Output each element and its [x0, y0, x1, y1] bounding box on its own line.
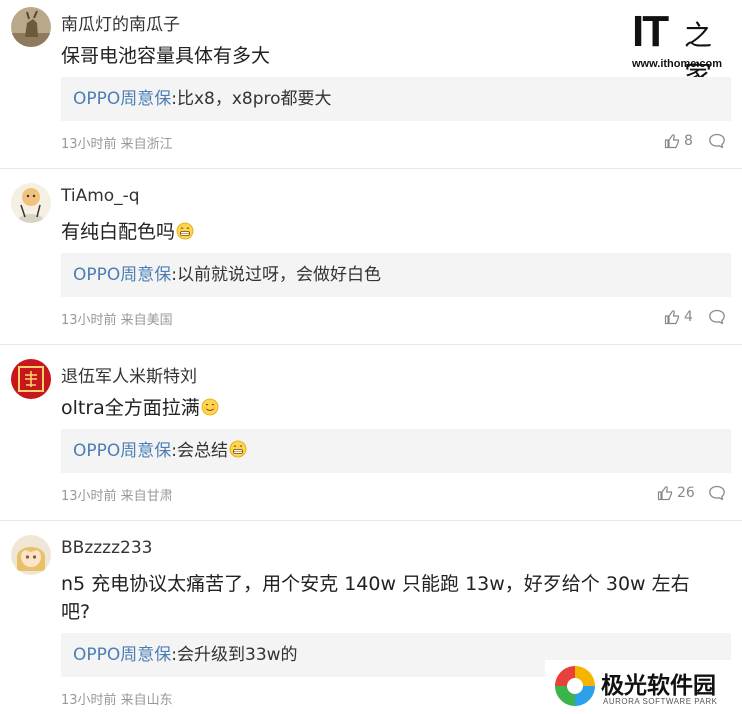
reply-comment-icon[interactable]	[708, 484, 726, 502]
comment-item: TiAmo_-q 有纯白配色吗 OPPO周意保:以前就说过呀，会做好白色 13小…	[0, 176, 742, 344]
smile-emoji-icon	[201, 398, 219, 416]
like-button[interactable]: 26	[657, 485, 695, 501]
watermark-chinese: 极光软件园	[601, 673, 716, 699]
reply-author[interactable]: OPPO周意保	[73, 89, 171, 109]
comment-meta: 13小时前 来自山东	[61, 693, 173, 708]
official-reply: OPPO周意保:会总结	[61, 429, 731, 473]
username[interactable]: TiAmo_-q	[61, 186, 140, 206]
username[interactable]: BBzzzz233	[61, 538, 152, 558]
reply-author[interactable]: OPPO周意保	[73, 441, 171, 461]
comment-item: 南瓜灯的南瓜子 保哥电池容量具体有多大 OPPO周意保:比x8，x8pro都要大…	[0, 0, 742, 168]
comment-text-content: oltra全方面拉满	[61, 397, 200, 419]
user-avatar[interactable]	[11, 7, 51, 47]
user-avatar[interactable]	[11, 183, 51, 223]
comment-text-content: 保哥电池容量具体有多大	[61, 45, 271, 67]
grin-emoji-icon	[176, 222, 194, 240]
user-avatar[interactable]	[11, 359, 51, 399]
like-count: 26	[677, 485, 695, 501]
grin-emoji-icon	[229, 440, 247, 458]
comment-text: oltra全方面拉满	[61, 394, 711, 422]
official-reply: OPPO周意保:比x8，x8pro都要大	[61, 77, 731, 121]
comment-divider	[0, 344, 742, 345]
comment-meta: 13小时前 来自浙江	[61, 137, 173, 152]
comment-text: 有纯白配色吗	[61, 218, 711, 246]
username[interactable]: 南瓜灯的南瓜子	[61, 10, 180, 35]
reply-comment-icon[interactable]	[708, 308, 726, 326]
user-avatar[interactable]	[11, 535, 51, 575]
comment-item: 退伍军人米斯特刘 oltra全方面拉满 OPPO周意保:会总结 13小时前 来自…	[0, 352, 742, 520]
anime-girl-avatar-icon	[11, 535, 51, 575]
thumbs-up-icon	[664, 134, 680, 149]
reply-text: 会总结	[177, 441, 228, 461]
reply-comment-icon[interactable]	[708, 132, 726, 150]
comment-text-content: n5 充电协议太痛苦了，用个安克 140w 只能跑 13w，好歹给个 30w 左…	[61, 573, 690, 623]
red-seal-avatar-icon	[11, 359, 51, 399]
aurora-watermark: 极光软件园 AURORA SOFTWARE PARK	[545, 660, 742, 714]
reply-author[interactable]: OPPO周意保	[73, 265, 171, 285]
reply-text: 比x8，x8pro都要大	[177, 89, 332, 109]
cartoon-avatar-icon	[11, 183, 51, 223]
comment-meta: 13小时前 来自甘肃	[61, 489, 173, 504]
like-count: 4	[684, 309, 693, 325]
official-reply: OPPO周意保:以前就说过呀，会做好白色	[61, 253, 731, 297]
like-count: 8	[684, 133, 693, 149]
comment-text: n5 充电协议太痛苦了，用个安克 140w 只能跑 13w，好歹给个 30w 左…	[61, 570, 711, 626]
watermark-english: AURORA SOFTWARE PARK	[603, 697, 718, 706]
reply-author[interactable]: OPPO周意保	[73, 645, 171, 665]
reply-text: 会升级到33w的	[177, 645, 298, 665]
reply-text: 以前就说过呀，会做好白色	[177, 265, 381, 285]
like-button[interactable]: 4	[664, 309, 693, 325]
thumbs-up-icon	[664, 310, 680, 325]
comment-divider	[0, 520, 742, 521]
comment-text: 保哥电池容量具体有多大	[61, 42, 711, 70]
aurora-logo-icon	[555, 666, 595, 706]
username[interactable]: 退伍军人米斯特刘	[61, 362, 197, 387]
thumbs-up-icon	[657, 486, 673, 501]
deer-avatar-icon	[11, 7, 51, 47]
comment-divider	[0, 168, 742, 169]
like-button[interactable]: 8	[664, 133, 693, 149]
comment-meta: 13小时前 来自美国	[61, 313, 173, 328]
comment-text-content: 有纯白配色吗	[61, 221, 176, 243]
